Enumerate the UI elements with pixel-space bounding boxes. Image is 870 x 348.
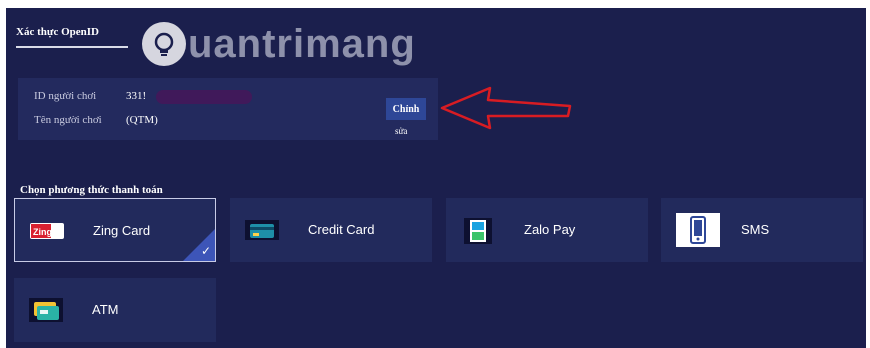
zalo-pay-icon <box>460 216 496 244</box>
checkmark-icon: ✓ <box>200 244 211 258</box>
method-label: Zing Card <box>93 223 151 238</box>
payment-panel: Xác thực OpenID uantrimang ID người chơi… <box>6 8 866 348</box>
red-arrow-annotation <box>440 86 572 130</box>
player-name-value: (QTM) <box>126 114 158 126</box>
svg-text:Zing: Zing <box>33 227 52 237</box>
player-id-value: 331! <box>126 90 147 102</box>
openid-tab[interactable]: Xác thực OpenID <box>16 26 99 38</box>
player-name-label: Tên người chơi <box>34 114 102 126</box>
player-id-label: ID người chơi <box>34 90 97 102</box>
watermark-text: uantrimang <box>188 22 416 66</box>
atm-card-icon <box>28 296 64 324</box>
zing-card-icon: Zing <box>29 217 65 245</box>
method-label: SMS <box>741 222 770 237</box>
phone-icon <box>675 212 721 248</box>
watermark-logo: uantrimang <box>142 22 416 66</box>
edit-button[interactable]: Chỉnh <box>386 98 426 120</box>
method-zing-card[interactable]: Zing Zing Card ✓ <box>14 198 216 262</box>
method-label: Credit Card <box>308 222 375 237</box>
method-sms[interactable]: SMS <box>661 198 863 262</box>
method-label: ATM <box>92 302 119 317</box>
player-info-box: ID người chơi 331! Tên người chơi (QTM) … <box>18 78 438 140</box>
page-frame: Xác thực OpenID uantrimang ID người chơi… <box>0 0 870 348</box>
payment-method-heading: Chọn phương thức thanh toán <box>20 184 163 196</box>
method-label: Zalo Pay <box>524 222 576 237</box>
method-atm[interactable]: ATM <box>14 278 216 342</box>
method-credit-card[interactable]: Credit Card <box>230 198 432 262</box>
openid-tab-underline <box>16 46 128 48</box>
method-zalo-pay[interactable]: Zalo Pay <box>446 198 648 262</box>
redaction-mark <box>156 90 252 104</box>
edit-button-sub[interactable]: sửa <box>395 126 407 136</box>
lightbulb-icon <box>142 22 186 66</box>
credit-card-icon <box>244 216 280 244</box>
